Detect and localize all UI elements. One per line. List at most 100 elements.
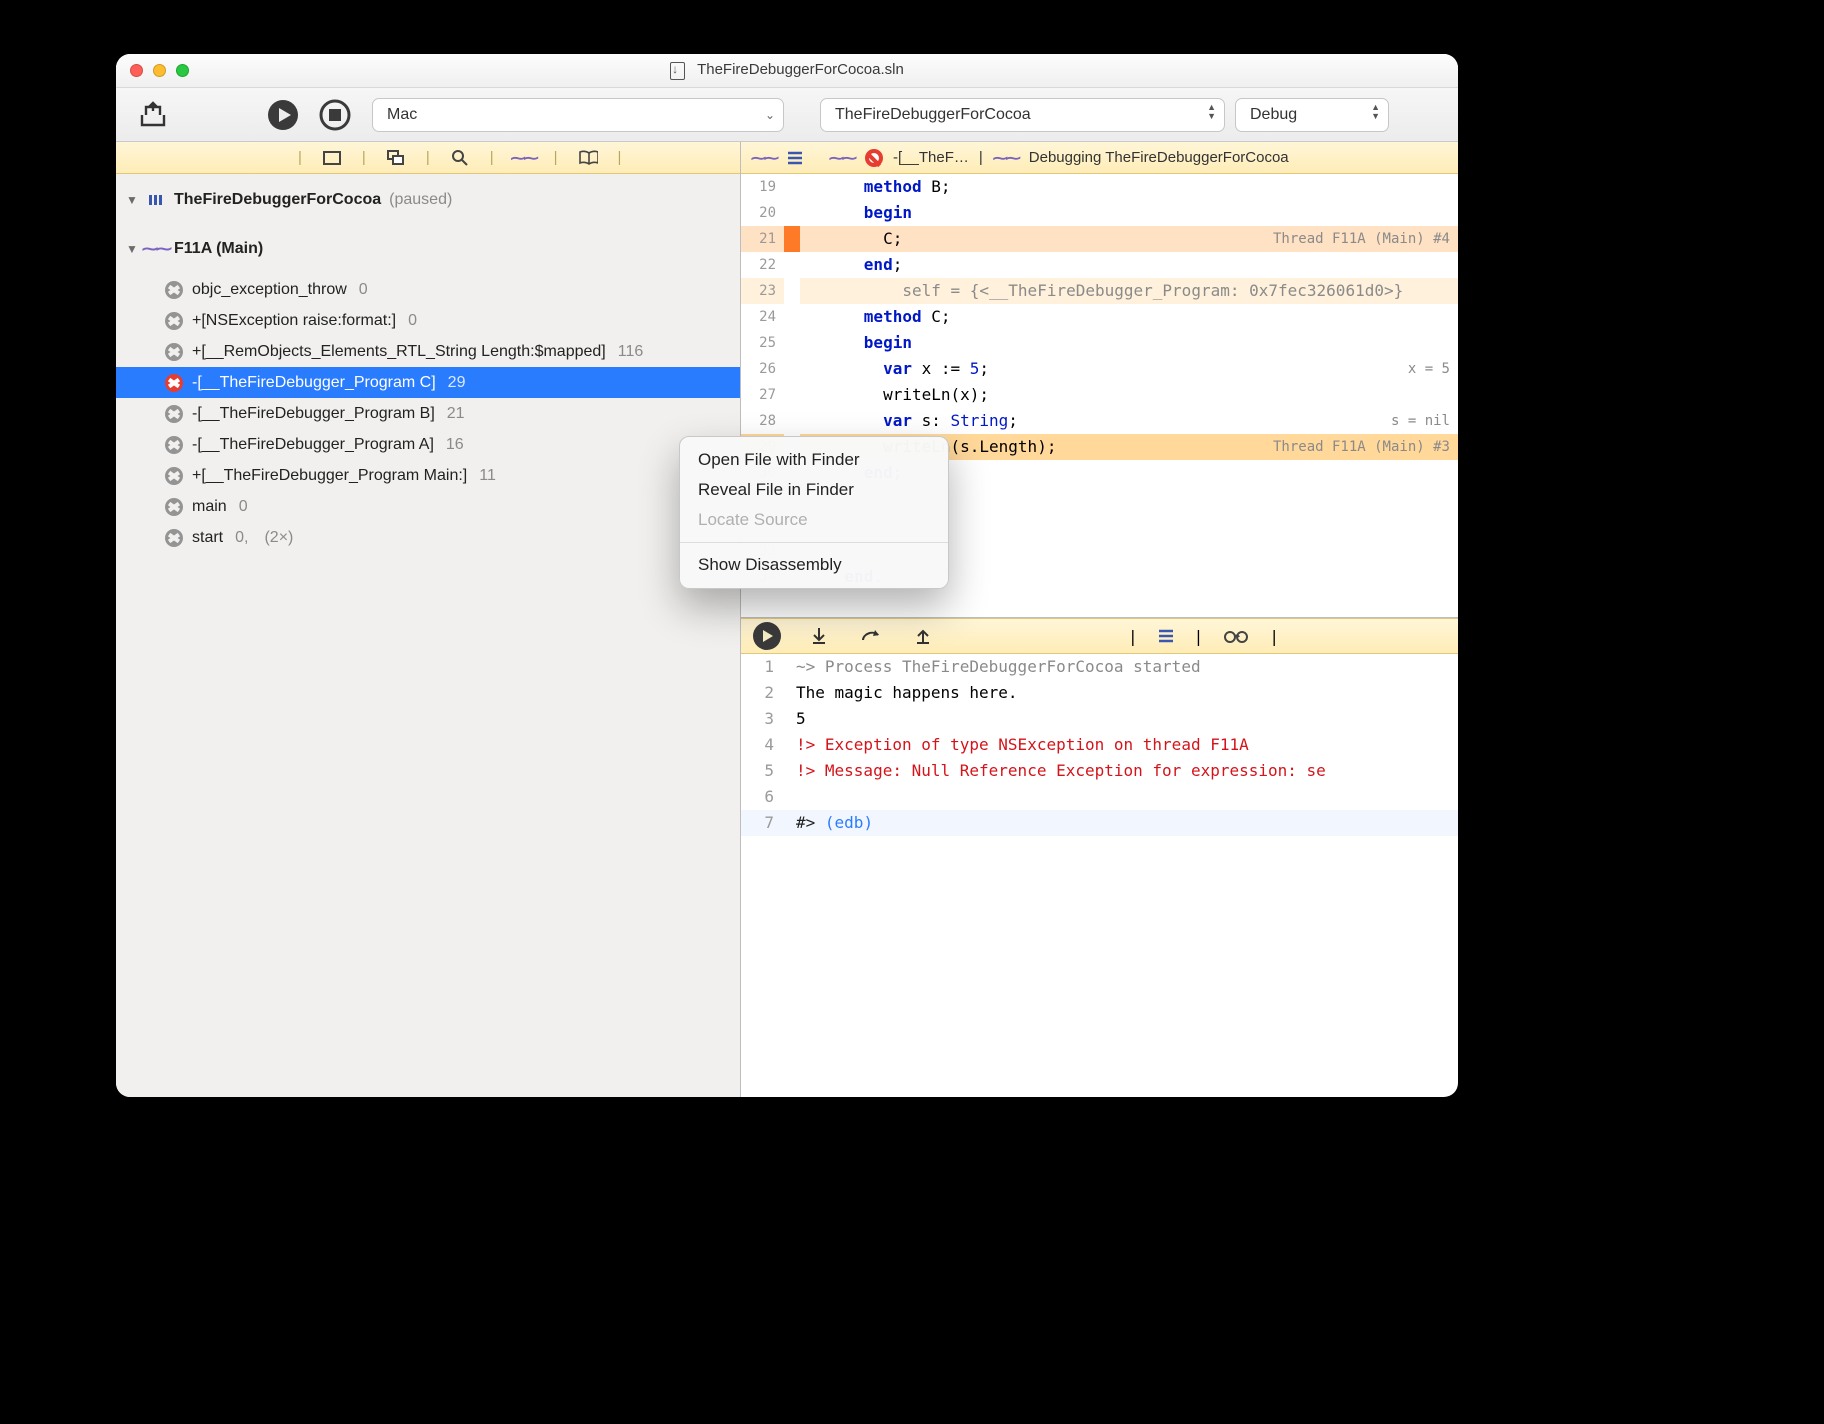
stack-frame-row[interactable]: +[NSException raise:format:] 0	[116, 305, 740, 336]
code-line[interactable]: 22 end;	[741, 252, 1458, 278]
stack-frame-row[interactable]: objc_exception_throw 0	[116, 274, 740, 305]
gutter-marker	[784, 408, 800, 434]
continue-button[interactable]	[753, 622, 781, 650]
step-into-button[interactable]	[805, 622, 833, 650]
editor-breadcrumb-bar: ⁓⁓ ⁓⁓ -[__TheF… | ⁓⁓ Debugging TheFireDe…	[741, 142, 1458, 174]
config-select[interactable]: Debug ▲▼	[1235, 98, 1389, 132]
code-text: writeLn(x);	[800, 382, 1458, 408]
stack-frame-row[interactable]: main 0	[116, 491, 740, 522]
crash-frame-icon	[865, 149, 883, 167]
menu-show-disassembly[interactable]: Show Disassembly	[680, 550, 948, 580]
frame-crumb[interactable]: -[__TheF…	[893, 149, 969, 166]
menu-reveal-in-finder[interactable]: Reveal File in Finder	[680, 475, 948, 505]
stack-frame-row[interactable]: +[__TheFireDebugger_Program Main:] 11	[116, 460, 740, 491]
console-list-icon[interactable]	[1158, 629, 1174, 643]
menu-open-in-finder[interactable]: Open File with Finder	[680, 445, 948, 475]
code-line[interactable]: 28 var s: String;s = nil	[741, 408, 1458, 434]
console-toolbar: | | |	[741, 618, 1458, 654]
ide-window: TheFireDebuggerForCocoa.sln Mac ⌄ TheFir…	[116, 54, 1458, 1097]
gutter-line-number: 24	[741, 304, 784, 330]
code-line[interactable]: 27 writeLn(x);	[741, 382, 1458, 408]
stack-frame-row[interactable]: +[__RemObjects_Elements_RTL_String Lengt…	[116, 336, 740, 367]
frame-line-number: 16	[446, 436, 464, 454]
stack-frame-row[interactable]: -[__TheFireDebugger_Program A] 16	[116, 429, 740, 460]
inline-annotation: s = nil	[1391, 408, 1450, 434]
glasses-icon[interactable]	[1223, 629, 1249, 643]
debug-icon: ⁓⁓	[993, 149, 1019, 167]
code-text: C;Thread F11A (Main) #4	[800, 226, 1458, 252]
code-line[interactable]: 26 var x := 5;x = 5	[741, 356, 1458, 382]
stack-frame-row[interactable]: -[__TheFireDebugger_Program C] 29	[116, 367, 740, 398]
editor-column: ⁓⁓ ⁓⁓ -[__TheF… | ⁓⁓ Debugging TheFireDe…	[741, 142, 1458, 1097]
gutter-line-number: 20	[741, 200, 784, 226]
code-line[interactable]: 20 begin	[741, 200, 1458, 226]
gutter-line-number: 28	[741, 408, 784, 434]
frame-label: +[NSException raise:format:]	[192, 312, 396, 330]
stack-frame-row[interactable]: start 0,(2×)	[116, 522, 740, 553]
crash-frame-icon	[164, 373, 184, 393]
step-out-button[interactable]	[909, 622, 937, 650]
search-icon[interactable]	[450, 148, 470, 168]
code-line[interactable]: 23 self = {<__TheFireDebugger_Program: 0…	[741, 278, 1458, 304]
window-controls	[130, 64, 189, 77]
gutter-line-number: 26	[741, 356, 784, 382]
target-select[interactable]: Mac ⌄	[372, 98, 784, 132]
frame-icon	[164, 528, 184, 548]
gutter-marker	[784, 252, 800, 278]
book-icon[interactable]	[578, 148, 598, 168]
code-text: begin	[800, 200, 1458, 226]
frame-label: objc_exception_throw	[192, 281, 347, 299]
gutter-marker	[784, 356, 800, 382]
gutter-line-number: 19	[741, 174, 784, 200]
panel-stack-icon[interactable]	[386, 148, 406, 168]
frame-label: -[__TheFireDebugger_Program C]	[192, 374, 436, 392]
gutter-line-number: 23	[741, 278, 784, 304]
code-text: var s: String;s = nil	[800, 408, 1458, 434]
code-line[interactable]: 19 method B;	[741, 174, 1458, 200]
toolbar: Mac ⌄ TheFireDebuggerForCocoa ▲▼ Debug ▲…	[116, 88, 1458, 142]
source-editor[interactable]: 19 method B;20 begin21 C;Thread F11A (Ma…	[741, 174, 1458, 1097]
gutter-marker	[784, 174, 800, 200]
list-icon[interactable]	[787, 151, 803, 165]
frame-icon	[164, 404, 184, 424]
code-line[interactable]: 24 method C;	[741, 304, 1458, 330]
window-title: TheFireDebuggerForCocoa.sln	[116, 61, 1458, 79]
code-line[interactable]: 25 begin	[741, 330, 1458, 356]
debug-icon: ⁓⁓	[829, 149, 855, 167]
frame-icon	[164, 497, 184, 517]
stack-frame-row[interactable]: -[__TheFireDebugger_Program B] 21	[116, 398, 740, 429]
zoom-window-button[interactable]	[176, 64, 189, 77]
build-button[interactable]	[132, 94, 174, 136]
frame-line-number: 0	[239, 498, 248, 516]
config-select-value: Debug	[1250, 106, 1297, 124]
minimize-window-button[interactable]	[153, 64, 166, 77]
console-line: 4!> Exception of type NSException on thr…	[741, 732, 1458, 758]
crumb-frame-text: -[__TheF…	[893, 149, 969, 166]
panel-layout-icon[interactable]	[322, 148, 342, 168]
debug-console[interactable]: 1~> Process TheFireDebuggerForCocoa star…	[741, 654, 1458, 1097]
disclosure-triangle-icon[interactable]: ▼	[126, 242, 138, 256]
disclosure-triangle-icon[interactable]: ▼	[126, 193, 138, 207]
process-state: (paused)	[389, 191, 452, 209]
thread-row[interactable]: ▼ ⁓⁓ F11A (Main)	[116, 233, 740, 264]
frame-label: -[__TheFireDebugger_Program B]	[192, 405, 435, 423]
debugger-pane-icon[interactable]: ⁓⁓	[514, 148, 534, 168]
process-row[interactable]: ▼ TheFireDebuggerForCocoa (paused)	[116, 184, 740, 215]
project-select[interactable]: TheFireDebuggerForCocoa ▲▼	[820, 98, 1225, 132]
frame-multiplicity: (2×)	[264, 529, 293, 547]
code-text: end;	[800, 252, 1458, 278]
stop-button[interactable]	[314, 94, 356, 136]
frame-line-number: 0	[408, 312, 417, 330]
chevron-down-icon: ⌄	[765, 108, 775, 122]
gutter-line-number: 27	[741, 382, 784, 408]
code-line[interactable]: 21 C;Thread F11A (Main) #4	[741, 226, 1458, 252]
step-over-button[interactable]	[857, 622, 885, 650]
run-button[interactable]	[262, 94, 304, 136]
console-line: 35	[741, 706, 1458, 732]
menu-separator	[680, 542, 948, 543]
titlebar: TheFireDebuggerForCocoa.sln	[116, 54, 1458, 88]
debug-sidebar: | | | | ⁓⁓ | | ▼	[116, 142, 741, 1097]
frame-icon	[164, 435, 184, 455]
thread-icon: ⁓⁓	[146, 239, 166, 259]
close-window-button[interactable]	[130, 64, 143, 77]
